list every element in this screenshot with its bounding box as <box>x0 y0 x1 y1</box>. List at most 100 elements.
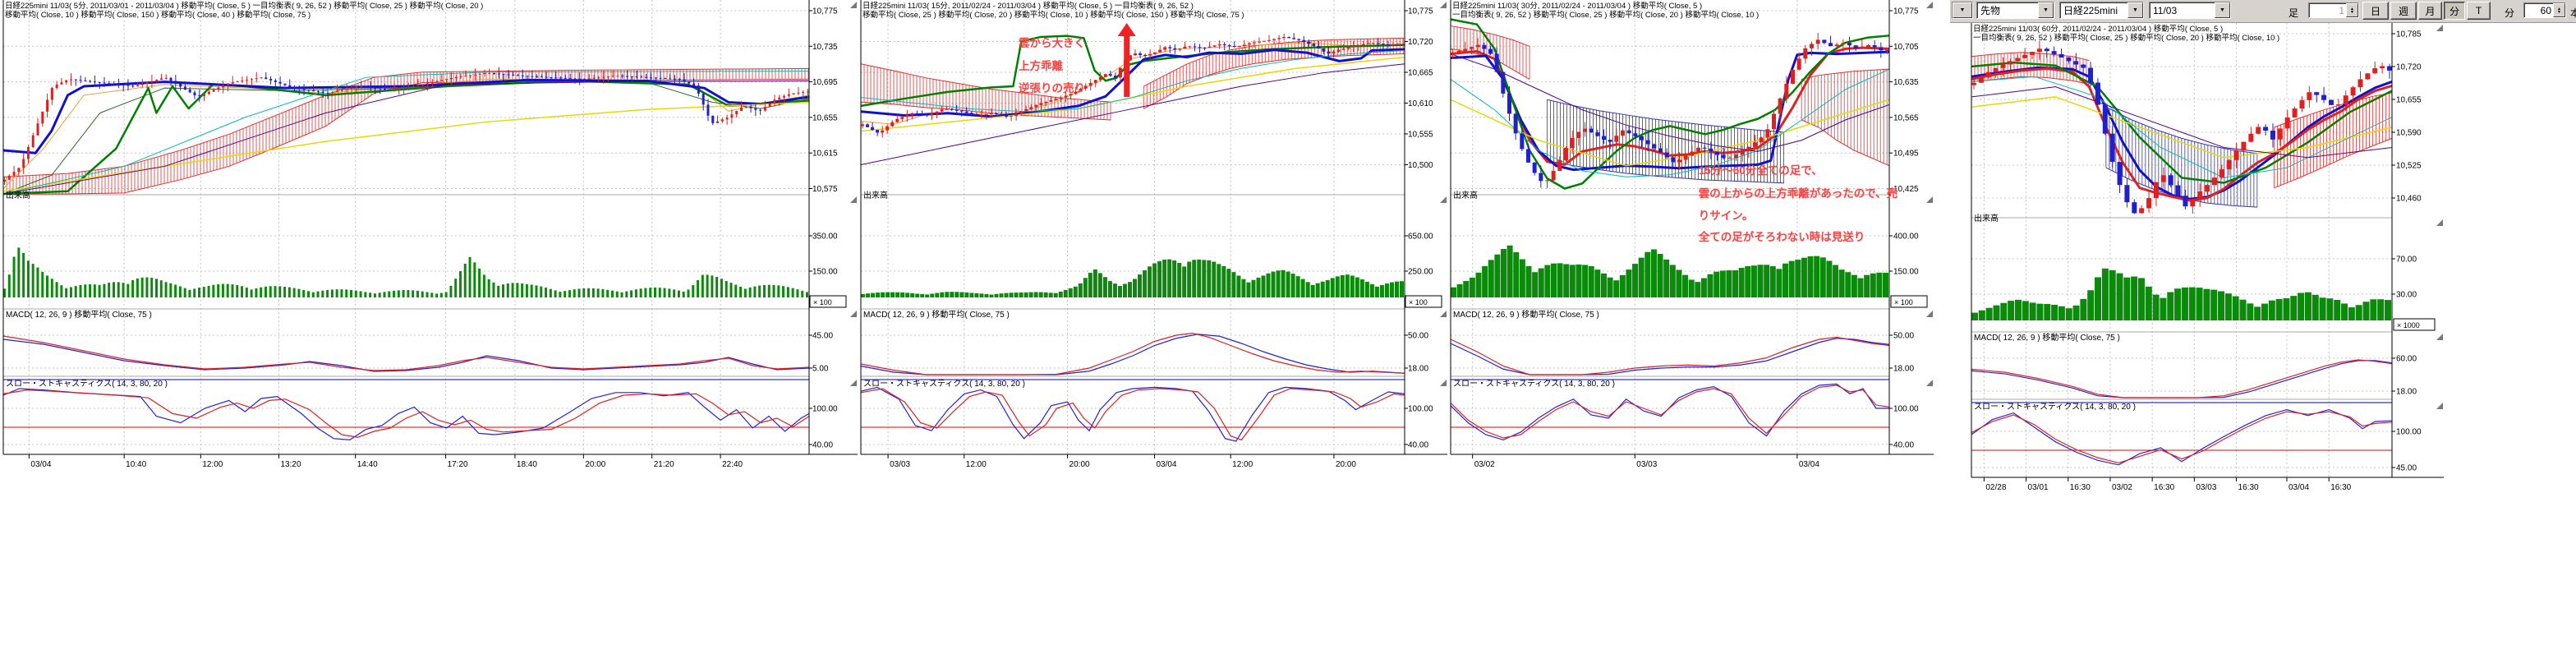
price-axis-label: 10,655 <box>812 113 838 122</box>
time-axis-label: 03/04 <box>30 460 51 469</box>
time-axis-label: 03/01 <box>2028 483 2049 492</box>
pane-resize-handle-icon[interactable] <box>1926 2 1933 8</box>
price-axis-label: 10,775 <box>1408 7 1433 16</box>
price-axis-label: 10,500 <box>1408 161 1433 170</box>
time-axis-label: 16:30 <box>2070 483 2091 492</box>
macd-axis-label: 60.00 <box>2396 355 2417 364</box>
price-axis-label: 10,525 <box>2396 162 2422 171</box>
pane-resize-handle-icon[interactable] <box>2436 219 2443 226</box>
stoch-axis-label: 100.00 <box>812 405 838 414</box>
price-axis-label: 10,695 <box>812 78 838 87</box>
price-axis-label: 10,590 <box>2396 129 2422 138</box>
volume-axis-label: 150.00 <box>812 268 838 277</box>
volume-axis-label: 250.00 <box>1408 268 1433 277</box>
stoch-axis-label: 100.00 <box>1893 405 1919 414</box>
price-axis-label: 10,705 <box>1893 43 1919 52</box>
panel-1-chart-area[interactable] <box>3 0 809 454</box>
pane-resize-handle-icon[interactable] <box>1926 196 1933 203</box>
volume-axis-label: 150.00 <box>1893 268 1919 277</box>
time-axis-label: 14:40 <box>357 460 378 469</box>
pane-resize-handle-icon[interactable] <box>2436 403 2443 409</box>
time-axis-label: 03/03 <box>1636 460 1657 469</box>
volume-multiplier-label: × 1000 <box>2397 321 2420 329</box>
volume-axis-label: 400.00 <box>1893 233 1919 242</box>
price-axis-label: 10,495 <box>1893 150 1919 159</box>
macd-axis-label: 50.00 <box>1408 332 1428 341</box>
time-axis-label: 20:00 <box>585 460 605 469</box>
price-axis-label: 10,775 <box>1893 7 1919 16</box>
macd-axis-label: 18.00 <box>2396 388 2417 397</box>
time-axis-label: 03/03 <box>2196 483 2216 492</box>
price-axis-label: 10,735 <box>812 43 838 52</box>
price-axis-label: 10,460 <box>2396 195 2422 204</box>
volume-axis-label: 650.00 <box>1408 233 1433 242</box>
stoch-axis-label: 100.00 <box>2396 428 2422 437</box>
pane-resize-handle-icon[interactable] <box>850 311 857 317</box>
pane-resize-handle-icon[interactable] <box>1926 380 1933 386</box>
time-axis-label: 03/02 <box>1474 460 1495 469</box>
time-axis-label: 10:40 <box>126 460 146 469</box>
charting-app: { "toolbar": { "mini_dropdown": "▼", "ca… <box>0 0 2576 654</box>
pane-resize-handle-icon[interactable] <box>2436 25 2443 31</box>
stoch-axis-label: 40.00 <box>1408 441 1428 450</box>
volume-multiplier-label: × 100 <box>1894 298 1913 306</box>
time-axis-label: 13:20 <box>281 460 301 469</box>
time-axis-label: 16:30 <box>2154 483 2174 492</box>
time-axis-label: 16:30 <box>2330 483 2351 492</box>
pane-resize-handle-icon[interactable] <box>1440 311 1447 317</box>
macd-axis-label: 5.00 <box>812 365 829 374</box>
pane-resize-handle-icon[interactable] <box>2436 334 2443 340</box>
time-axis-label: 02/28 <box>1985 483 2006 492</box>
price-axis-label: 10,720 <box>1408 38 1433 47</box>
stoch-axis-label: 40.00 <box>1893 441 1914 450</box>
price-axis-label: 10,575 <box>812 185 838 194</box>
price-axis-label: 10,720 <box>2396 63 2422 72</box>
time-axis-label: 12:00 <box>1232 460 1253 469</box>
panel-4-chart-area[interactable] <box>1971 23 2392 477</box>
price-axis-label: 10,610 <box>1408 99 1433 108</box>
panel-2-chart-area[interactable] <box>861 0 1405 454</box>
pane-resize-handle-icon[interactable] <box>850 196 857 203</box>
pane-resize-handle-icon[interactable] <box>1440 196 1447 203</box>
time-axis-label: 16:30 <box>2238 483 2259 492</box>
time-axis-label: 12:00 <box>202 460 223 469</box>
macd-axis-label: 50.00 <box>1893 332 1914 341</box>
price-axis-label: 10,635 <box>1893 78 1919 87</box>
time-axis-label: 17:20 <box>448 460 468 469</box>
stoch-axis-label: 100.00 <box>1408 405 1433 414</box>
time-axis-label: 03/03 <box>890 460 910 469</box>
time-axis-label: 20:00 <box>1336 460 1356 469</box>
time-axis-label: 21:20 <box>654 460 674 469</box>
price-axis-label: 10,555 <box>1408 131 1433 140</box>
macd-axis-label: 45.00 <box>812 332 833 341</box>
price-axis-label: 10,655 <box>2396 96 2422 105</box>
price-axis-label: 10,665 <box>1408 69 1433 78</box>
pane-resize-handle-icon[interactable] <box>850 2 857 8</box>
time-axis-label: 12:00 <box>966 460 987 469</box>
macd-axis-label: 18.00 <box>1893 365 1914 374</box>
volume-axis-label: 30.00 <box>2396 291 2417 300</box>
price-axis-label: 10,565 <box>1893 113 1919 122</box>
volume-multiplier-label: × 100 <box>813 298 832 306</box>
macd-axis-label: 18.00 <box>1408 365 1428 374</box>
volume-axis-label: 70.00 <box>2396 256 2417 265</box>
pane-resize-handle-icon[interactable] <box>1440 2 1447 8</box>
volume-multiplier-label: × 100 <box>1409 298 1428 306</box>
price-axis-label: 10,785 <box>2396 30 2422 39</box>
panel-3-chart-area[interactable] <box>1451 0 1889 454</box>
time-axis-label: 18:40 <box>517 460 537 469</box>
time-axis-label: 03/04 <box>1156 460 1176 469</box>
stoch-axis-label: 45.00 <box>2396 464 2417 473</box>
pane-resize-handle-icon[interactable] <box>850 380 857 386</box>
time-axis-label: 22:40 <box>722 460 743 469</box>
time-axis-label: 03/04 <box>1799 460 1819 469</box>
time-axis-label: 20:00 <box>1070 460 1090 469</box>
pane-resize-handle-icon[interactable] <box>1440 380 1447 386</box>
price-axis-label: 10,615 <box>812 150 838 159</box>
time-axis-label: 03/04 <box>2288 483 2309 492</box>
price-axis-label: 10,775 <box>812 7 838 16</box>
pane-resize-handle-icon[interactable] <box>1926 311 1933 317</box>
stoch-axis-label: 40.00 <box>812 441 833 450</box>
volume-axis-label: 350.00 <box>812 233 838 242</box>
chart-canvas: 10,775 10,735 10,695 10,655 10,615 10,575 350.… <box>0 0 2576 654</box>
